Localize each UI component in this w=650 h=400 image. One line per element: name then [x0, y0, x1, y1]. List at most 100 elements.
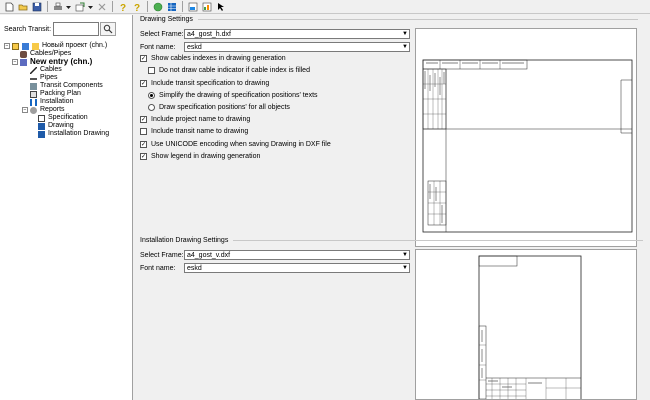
tree-item-cables[interactable]: Cables: [4, 66, 132, 74]
install-select-frame-value: a4_gost_v.dxf: [187, 251, 231, 259]
collapse-icon[interactable]: −: [22, 107, 28, 113]
image-icon[interactable]: [187, 1, 198, 12]
tree-item-packing-plan[interactable]: Packing Plan: [4, 90, 132, 98]
checkbox-unchecked[interactable]: [148, 67, 155, 74]
option-label: Show legend in drawing generation: [151, 153, 261, 160]
radio-unselected[interactable]: [148, 104, 155, 111]
help-icon[interactable]: ?: [131, 1, 142, 12]
main-toolbar: ? ?: [0, 0, 650, 14]
install-select-frame-row: Select Frame: a4_gost_v.dxf ▼: [140, 250, 410, 260]
installation-settings-title: Installation Drawing Settings: [140, 237, 229, 244]
cable-icon: [30, 66, 37, 74]
tree-label-drawing: Drawing: [48, 122, 74, 129]
option-show-legend[interactable]: ✓ Show legend in drawing generation: [140, 153, 260, 160]
globe-icon[interactable]: [152, 1, 163, 12]
option-draw-spec-positions[interactable]: Draw specification positions' for all ob…: [148, 104, 290, 111]
select-frame-label: Select Frame:: [140, 30, 184, 38]
delete-icon[interactable]: [96, 1, 107, 12]
option-use-unicode[interactable]: ✓ Use UNICODE encoding when saving Drawi…: [140, 141, 331, 148]
search-button[interactable]: [100, 22, 117, 36]
checkbox-checked[interactable]: ✓: [140, 153, 147, 160]
search-input[interactable]: [53, 22, 100, 36]
tree-label-packing-plan: Packing Plan: [40, 90, 81, 97]
checkbox-checked[interactable]: ✓: [140, 141, 147, 148]
reports-icon: [30, 106, 37, 114]
search-row: Search Transit:: [4, 22, 117, 36]
components-icon: [30, 82, 37, 90]
option-no-cable-indicator[interactable]: Do not draw cable indicator if cable ind…: [148, 67, 310, 74]
tree-item-root[interactable]: − Новый проект (chn.): [4, 42, 132, 50]
checkbox-checked[interactable]: ✓: [140, 55, 147, 62]
open-folder-icon[interactable]: [17, 1, 28, 12]
save-icon[interactable]: [31, 1, 42, 12]
pipe-icon: [30, 77, 37, 80]
drawing-frame-preview: [415, 28, 637, 247]
drawing-settings-group-title: Drawing Settings: [140, 16, 638, 23]
checkbox-unchecked[interactable]: [140, 128, 147, 135]
tree-item-drawing[interactable]: Drawing: [4, 122, 132, 130]
install-select-frame-label: Select Frame:: [140, 251, 184, 259]
option-label: Simplify the drawing of specification po…: [159, 92, 318, 99]
toolbar-separator: [147, 1, 148, 12]
project-tree: − Новый проект (chn.) Cables/Pipes − New…: [4, 42, 132, 138]
font-name-row: Font name: eskd ▼: [140, 42, 410, 52]
option-include-transit-name[interactable]: Include transit name to drawing: [140, 128, 248, 135]
new-file-icon[interactable]: [3, 1, 14, 12]
tree-item-pipes[interactable]: Pipes: [4, 74, 132, 82]
installation-settings-group-title: Installation Drawing Settings: [140, 237, 644, 244]
table-icon[interactable]: [166, 1, 177, 12]
chevron-down-icon[interactable]: ▼: [401, 30, 409, 38]
select-frame-dropdown[interactable]: a4_gost_h.dxf ▼: [184, 29, 410, 39]
option-label: Include transit name to drawing: [151, 128, 249, 135]
collapse-icon[interactable]: −: [12, 59, 18, 65]
frame-preview-graphic: [422, 59, 633, 233]
install-select-frame-dropdown[interactable]: a4_gost_v.dxf ▼: [184, 250, 410, 260]
grid-icon: [22, 42, 29, 50]
tree-item-installation-drawing[interactable]: Installation Drawing: [4, 130, 132, 138]
tree-item-transit-components[interactable]: Transit Components: [4, 82, 132, 90]
transit-entry-icon: [20, 58, 27, 66]
tree-label-root: Новый проект (chn.): [42, 42, 108, 49]
drawing-icon: [38, 130, 45, 138]
install-font-name-row: Font name: eskd ▼: [140, 263, 410, 273]
tree-item-installation[interactable]: Installation: [4, 98, 132, 106]
export-icon[interactable]: [74, 1, 85, 12]
font-name-value: eskd: [187, 43, 202, 51]
chevron-down-icon[interactable]: ▼: [401, 251, 409, 259]
hint-icon[interactable]: ?: [117, 1, 128, 12]
search-icon: [103, 24, 113, 34]
cursor-icon[interactable]: [215, 1, 226, 12]
option-simplify-positions[interactable]: Simplify the drawing of specification po…: [148, 92, 318, 99]
tree-item-new-entry[interactable]: − New entry (chn.): [4, 58, 132, 66]
chart-icon[interactable]: [201, 1, 212, 12]
chevron-down-icon[interactable]: ▼: [401, 264, 409, 272]
tree-item-specification[interactable]: Specification: [4, 114, 132, 122]
font-name-dropdown[interactable]: eskd ▼: [184, 42, 410, 52]
tree-label-pipes: Pipes: [40, 74, 58, 81]
project-tree-panel: Search Transit: − Новый проект (chn.) Ca…: [0, 15, 133, 400]
tree-label-installation: Installation: [40, 98, 74, 105]
tree-label-installation-drawing: Installation Drawing: [48, 130, 110, 137]
tree-label-new-entry: New entry (chn.): [30, 57, 93, 66]
tree-item-reports[interactable]: − Reports: [4, 106, 132, 114]
tree-label-specification: Specification: [48, 114, 88, 121]
option-include-project-name[interactable]: ✓ Include project name to drawing: [140, 116, 250, 123]
cables-pipes-icon: [20, 50, 27, 58]
radio-selected[interactable]: [148, 92, 155, 99]
checkbox-checked[interactable]: ✓: [140, 80, 147, 87]
install-font-name-dropdown[interactable]: eskd ▼: [184, 263, 410, 273]
chevron-down-icon[interactable]: ▼: [401, 43, 409, 51]
arrow-down-icon[interactable]: [88, 1, 93, 12]
font-name-label: Font name:: [140, 43, 176, 51]
group-divider: [233, 240, 644, 241]
print-icon[interactable]: [52, 1, 63, 12]
checkbox-checked[interactable]: ✓: [140, 116, 147, 123]
option-include-transit-spec[interactable]: ✓ Include transit specification to drawi…: [140, 80, 269, 87]
collapse-icon[interactable]: −: [4, 43, 10, 49]
option-show-cable-indexes[interactable]: ✓ Show cables indexes in drawing generat…: [140, 55, 286, 62]
option-label: Use UNICODE encoding when saving Drawing…: [151, 141, 331, 148]
drawing-icon: [38, 122, 45, 130]
project-icon: [12, 42, 19, 50]
arrow-down-icon[interactable]: [66, 1, 71, 12]
drawing-settings-title: Drawing Settings: [140, 16, 193, 23]
